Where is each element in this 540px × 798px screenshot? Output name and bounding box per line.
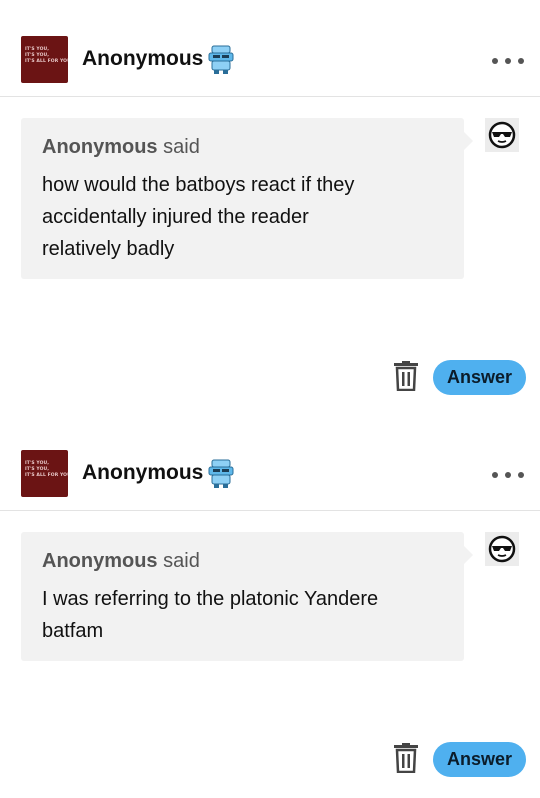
asker-line: Anonymous said [42, 135, 443, 159]
asker-name: Anonymous [42, 136, 158, 158]
more-dot [492, 58, 498, 64]
more-options-icon[interactable] [492, 467, 524, 483]
answer-button[interactable]: Answer [433, 742, 526, 777]
trash-icon[interactable] [393, 361, 419, 392]
post-header: IT'S YOU, IT'S YOU, IT'S ALL FOR YOU Ano… [0, 0, 540, 97]
more-dot [492, 472, 498, 478]
asker-name: Anonymous [42, 550, 158, 572]
question-line: accidentally injured the reader [42, 206, 309, 228]
ask-post: IT'S YOU, IT'S YOU, IT'S ALL FOR YOU Ano… [0, 414, 540, 798]
question-line: relatively badly [42, 238, 175, 260]
question-bubble: Anonymous said I was referring to the pl… [21, 532, 473, 661]
ask-post: IT'S YOU, IT'S YOU, IT'S ALL FOR YOU Ano… [0, 0, 540, 414]
avatar-text: IT'S ALL FOR YOU [25, 59, 68, 64]
anonymous-mascot-icon [208, 458, 234, 495]
question-text: how would the batboys react if they acci… [42, 169, 443, 265]
sunglasses-face-icon [485, 532, 519, 566]
question-line: how would the batboys react if they [42, 174, 355, 196]
sunglasses-face-icon [485, 118, 519, 152]
post-header: IT'S YOU, IT'S YOU, IT'S ALL FOR YOU Ano… [0, 414, 540, 511]
question-bubble: Anonymous said how would the batboys rea… [21, 118, 473, 279]
trash-icon[interactable] [393, 743, 419, 774]
question-text: I was referring to the platonic Yandere … [42, 583, 443, 647]
more-dot [518, 58, 524, 64]
more-dot [505, 58, 511, 64]
question-line: batfam [42, 620, 104, 642]
asker-line: Anonymous said [42, 549, 443, 573]
blog-avatar[interactable]: IT'S YOU, IT'S YOU, IT'S ALL FOR YOU [21, 36, 68, 83]
more-dot [505, 472, 511, 478]
answer-button[interactable]: Answer [433, 360, 526, 395]
blog-avatar[interactable]: IT'S YOU, IT'S YOU, IT'S ALL FOR YOU [21, 450, 68, 497]
anonymous-mascot-icon [208, 44, 234, 81]
blog-username[interactable]: Anonymous [82, 47, 203, 71]
asker-suffix: said [163, 136, 200, 158]
more-options-icon[interactable] [492, 53, 524, 69]
avatar-text: IT'S ALL FOR YOU [25, 473, 68, 478]
blog-username[interactable]: Anonymous [82, 461, 203, 485]
more-dot [518, 472, 524, 478]
question-line: I was referring to the platonic Yandere [42, 588, 379, 610]
asker-suffix: said [163, 550, 200, 572]
